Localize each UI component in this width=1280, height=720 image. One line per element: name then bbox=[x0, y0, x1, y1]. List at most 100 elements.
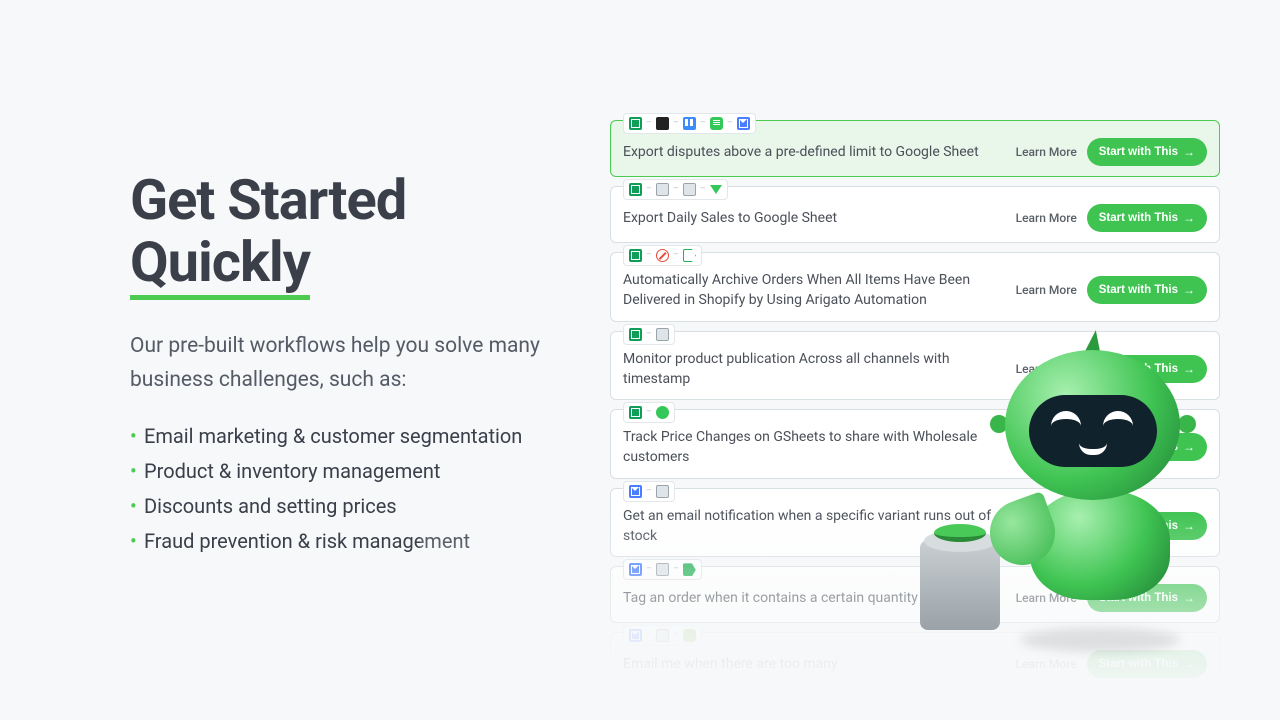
file-icon bbox=[656, 485, 669, 498]
connector-dash: – bbox=[700, 185, 706, 194]
start-button-label: Start with This bbox=[1099, 658, 1178, 670]
connector-dash: – bbox=[673, 185, 679, 194]
connector-dash: – bbox=[727, 119, 733, 128]
learn-more-link[interactable]: Learn More bbox=[1016, 519, 1077, 533]
feature-list: Email marketing & customer segmentation … bbox=[130, 419, 560, 559]
workflow-icon-row: – bbox=[623, 481, 675, 502]
start-with-this-button[interactable]: Start with This → bbox=[1087, 512, 1207, 540]
workflow-title: Track Price Changes on GSheets to share … bbox=[623, 427, 1006, 468]
arrow-right-icon: → bbox=[1183, 519, 1195, 533]
start-with-this-button[interactable]: Start with This → bbox=[1087, 584, 1207, 612]
block-icon bbox=[656, 249, 669, 262]
connector-dash: – bbox=[646, 330, 652, 339]
down-icon bbox=[710, 185, 722, 194]
learn-more-link[interactable]: Learn More bbox=[1016, 657, 1077, 671]
sheet-icon bbox=[629, 328, 642, 341]
connector-dash: – bbox=[646, 631, 652, 640]
tag-outline-icon bbox=[683, 249, 696, 262]
learn-more-link[interactable]: Learn More bbox=[1016, 211, 1077, 225]
start-with-this-button[interactable]: Start with This→ bbox=[1087, 204, 1207, 232]
workflow-card: – Get an email notification when a specif… bbox=[610, 488, 1220, 558]
connector-dash: – bbox=[646, 251, 652, 260]
start-with-this-button[interactable]: Start with This → bbox=[1087, 138, 1207, 166]
arrow-right-icon: → bbox=[1183, 283, 1195, 297]
arrow-right-icon: → bbox=[1183, 591, 1195, 605]
feature-item: Fraud prevention & risk management bbox=[130, 524, 560, 559]
learn-more-link[interactable]: Learn More bbox=[1016, 145, 1077, 159]
sheet-icon bbox=[629, 406, 642, 419]
workflow-title: Export disputes above a pre-defined limi… bbox=[623, 142, 1006, 162]
mail-icon bbox=[737, 117, 750, 130]
connector-dash: – bbox=[673, 565, 679, 574]
workflow-title: Tag an order when it contains a certain … bbox=[623, 588, 1006, 608]
workflow-icon-row: –– bbox=[623, 245, 702, 266]
start-with-this-button[interactable]: Start with This → bbox=[1087, 650, 1207, 678]
file-icon bbox=[656, 328, 669, 341]
workflow-card: – – Tag an order when it contains a certai… bbox=[610, 566, 1220, 623]
connector-dash: – bbox=[700, 119, 706, 128]
learn-more-link[interactable]: Learn More bbox=[1016, 591, 1077, 605]
workflow-title: Get an email notification when a specifi… bbox=[623, 506, 1006, 547]
feature-item: Product & inventory management bbox=[130, 454, 560, 489]
start-with-this-button[interactable]: Start with This → bbox=[1087, 276, 1207, 304]
connector-dash: – bbox=[646, 185, 652, 194]
workflow-title: Email me when there are too many bbox=[623, 654, 1006, 674]
workflow-card: – Monitor product publication Across all … bbox=[610, 331, 1220, 401]
start-button-label: Start with This bbox=[1099, 592, 1178, 604]
sms-icon bbox=[710, 117, 723, 130]
connector-dash: – bbox=[646, 119, 652, 128]
heading-line-2: Quickly bbox=[130, 232, 310, 301]
connector-dash: – bbox=[646, 565, 652, 574]
learn-more-link[interactable]: Learn More bbox=[1016, 440, 1077, 454]
start-button-label: Start with This bbox=[1099, 520, 1178, 532]
workflow-card: – – – – Export disputes above a pre-defined … bbox=[610, 120, 1220, 177]
workflow-icon-row: –– bbox=[623, 559, 702, 580]
workflow-icon-row: ––– bbox=[623, 179, 728, 200]
arrow-right-icon: → bbox=[1183, 145, 1195, 159]
workflow-icon-row: – bbox=[623, 324, 675, 345]
start-button-label: Start with This bbox=[1099, 441, 1178, 453]
workflow-card: – Track Price Changes on GSheets to share… bbox=[610, 409, 1220, 479]
trello-icon bbox=[683, 117, 696, 130]
file-icon bbox=[656, 563, 669, 576]
connector-dash: – bbox=[673, 119, 679, 128]
workflow-title: Monitor product publication Across all c… bbox=[623, 349, 1006, 390]
file-icon bbox=[656, 629, 669, 642]
workflow-icon-row: – bbox=[623, 402, 675, 423]
connector-dash: – bbox=[673, 251, 679, 260]
learn-more-link[interactable]: Learn More bbox=[1016, 283, 1077, 297]
feature-item: Discounts and setting prices bbox=[130, 489, 560, 524]
mail-icon bbox=[629, 629, 642, 642]
connector-dash: – bbox=[646, 408, 652, 417]
start-with-this-button[interactable]: Start with This→ bbox=[1087, 355, 1207, 383]
workflow-icon-row: –– bbox=[623, 625, 702, 646]
page-title: Get Started Quickly bbox=[130, 170, 560, 300]
workflow-card: – – Email me when there are too many Learn … bbox=[610, 632, 1220, 689]
sheet-icon bbox=[629, 183, 642, 196]
connector-dash: – bbox=[646, 487, 652, 496]
heading-line-1: Get Started bbox=[130, 167, 406, 233]
subtitle: Our pre-built workflows help you solve m… bbox=[130, 330, 560, 397]
mail-icon bbox=[629, 485, 642, 498]
black-icon bbox=[656, 117, 669, 130]
connector-dash: – bbox=[673, 631, 679, 640]
file-icon bbox=[656, 183, 669, 196]
workflow-list: ––––Export disputes above a pre-defined … bbox=[610, 120, 1220, 689]
workflow-title: Automatically Archive Orders When All It… bbox=[623, 270, 1006, 311]
start-button-label: Start with This bbox=[1099, 284, 1178, 296]
start-with-this-button[interactable]: Start with This→ bbox=[1087, 433, 1207, 461]
start-button-label: Start with This bbox=[1099, 212, 1178, 224]
arrow-right-icon: → bbox=[1183, 657, 1195, 671]
feature-item: Email marketing & customer segmentation bbox=[130, 419, 560, 454]
workflow-card: – – Automatically Archive Orders When All … bbox=[610, 252, 1220, 322]
arrow-right-icon: → bbox=[1183, 362, 1195, 376]
bag-icon bbox=[683, 629, 696, 642]
workflow-icon-row: –––– bbox=[623, 113, 756, 134]
file-icon bbox=[683, 183, 696, 196]
workflow-title: Export Daily Sales to Google Sheet bbox=[623, 208, 1006, 228]
sheet-icon bbox=[629, 117, 642, 130]
mail-icon bbox=[629, 563, 642, 576]
start-button-label: Start with This bbox=[1099, 146, 1178, 158]
learn-more-link[interactable]: Learn More bbox=[1016, 362, 1077, 376]
tag-icon bbox=[683, 563, 696, 576]
